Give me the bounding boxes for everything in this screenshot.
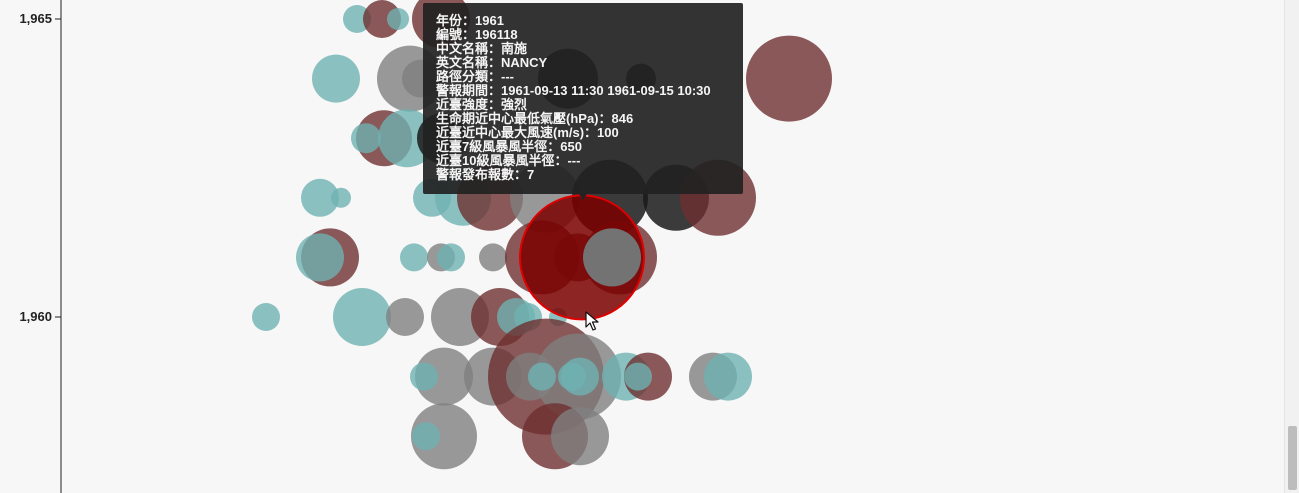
typhoon-bubble[interactable] [437, 243, 465, 272]
y-tick-label: 1,960 [19, 309, 52, 324]
typhoon-bubble[interactable] [312, 54, 360, 103]
tooltip-warning-period: 警報期間：1961-09-13 11:30 1961-09-15 10:30 [436, 83, 711, 98]
typhoon-bubble[interactable] [551, 407, 609, 466]
tooltip-min-pressure: 生命期近中心最低氣壓(hPa)：846 [436, 111, 634, 126]
scrollbar-thumb[interactable] [1288, 426, 1297, 490]
typhoon-bubble[interactable] [252, 303, 280, 331]
tooltip-chinese-name: 中文名稱：南施 [436, 41, 528, 56]
typhoon-tooltip: 年份：1961 編號：196118 中文名稱：南施 英文名稱：NANCY 路徑分… [423, 3, 743, 194]
tooltip-id: 編號：196118 [436, 27, 518, 42]
y-tick-label: 1,965 [19, 11, 52, 26]
y-axis: 1,965 1,960 [19, 0, 62, 493]
typhoon-bubble-overlay [583, 228, 641, 287]
tooltip-warning-count: 警報發布報數：7 [436, 167, 535, 182]
vertical-scrollbar[interactable] [1284, 0, 1299, 493]
tooltip-radius-10: 近臺10級風暴風半徑：--- [436, 153, 581, 168]
tooltip-arrow [579, 194, 587, 200]
typhoon-bubble[interactable] [528, 362, 556, 391]
typhoon-bubble[interactable] [410, 362, 438, 391]
tooltip-intensity: 近臺強度：強烈 [436, 97, 528, 112]
typhoon-bubble[interactable] [479, 243, 507, 272]
typhoon-bubble[interactable] [296, 233, 344, 282]
typhoon-bubble[interactable] [331, 187, 351, 208]
tooltip-radius-7: 近臺7級風暴風半徑：650 [436, 139, 582, 154]
typhoon-bubble[interactable] [400, 243, 428, 272]
typhoon-bubble[interactable] [387, 8, 409, 30]
tooltip-year: 年份：1961 [436, 13, 504, 28]
tooltip-track-category: 路徑分類：--- [436, 69, 514, 84]
mouse-cursor-icon [585, 311, 599, 331]
typhoon-bubble[interactable] [386, 298, 424, 336]
typhoon-bubble[interactable] [704, 352, 752, 401]
tooltip-english-name: 英文名稱：NANCY [436, 55, 548, 70]
typhoon-bubble[interactable] [412, 422, 440, 451]
tooltip-max-wind: 近臺近中心最大風速(m/s)：100 [436, 125, 619, 140]
typhoon-bubble[interactable] [351, 123, 381, 154]
typhoon-bubble[interactable] [746, 35, 832, 122]
highlight-layer [519, 194, 645, 321]
typhoon-bubble[interactable] [624, 362, 652, 391]
typhoon-bubble[interactable] [561, 357, 599, 396]
typhoon-bubble[interactable] [333, 288, 391, 346]
